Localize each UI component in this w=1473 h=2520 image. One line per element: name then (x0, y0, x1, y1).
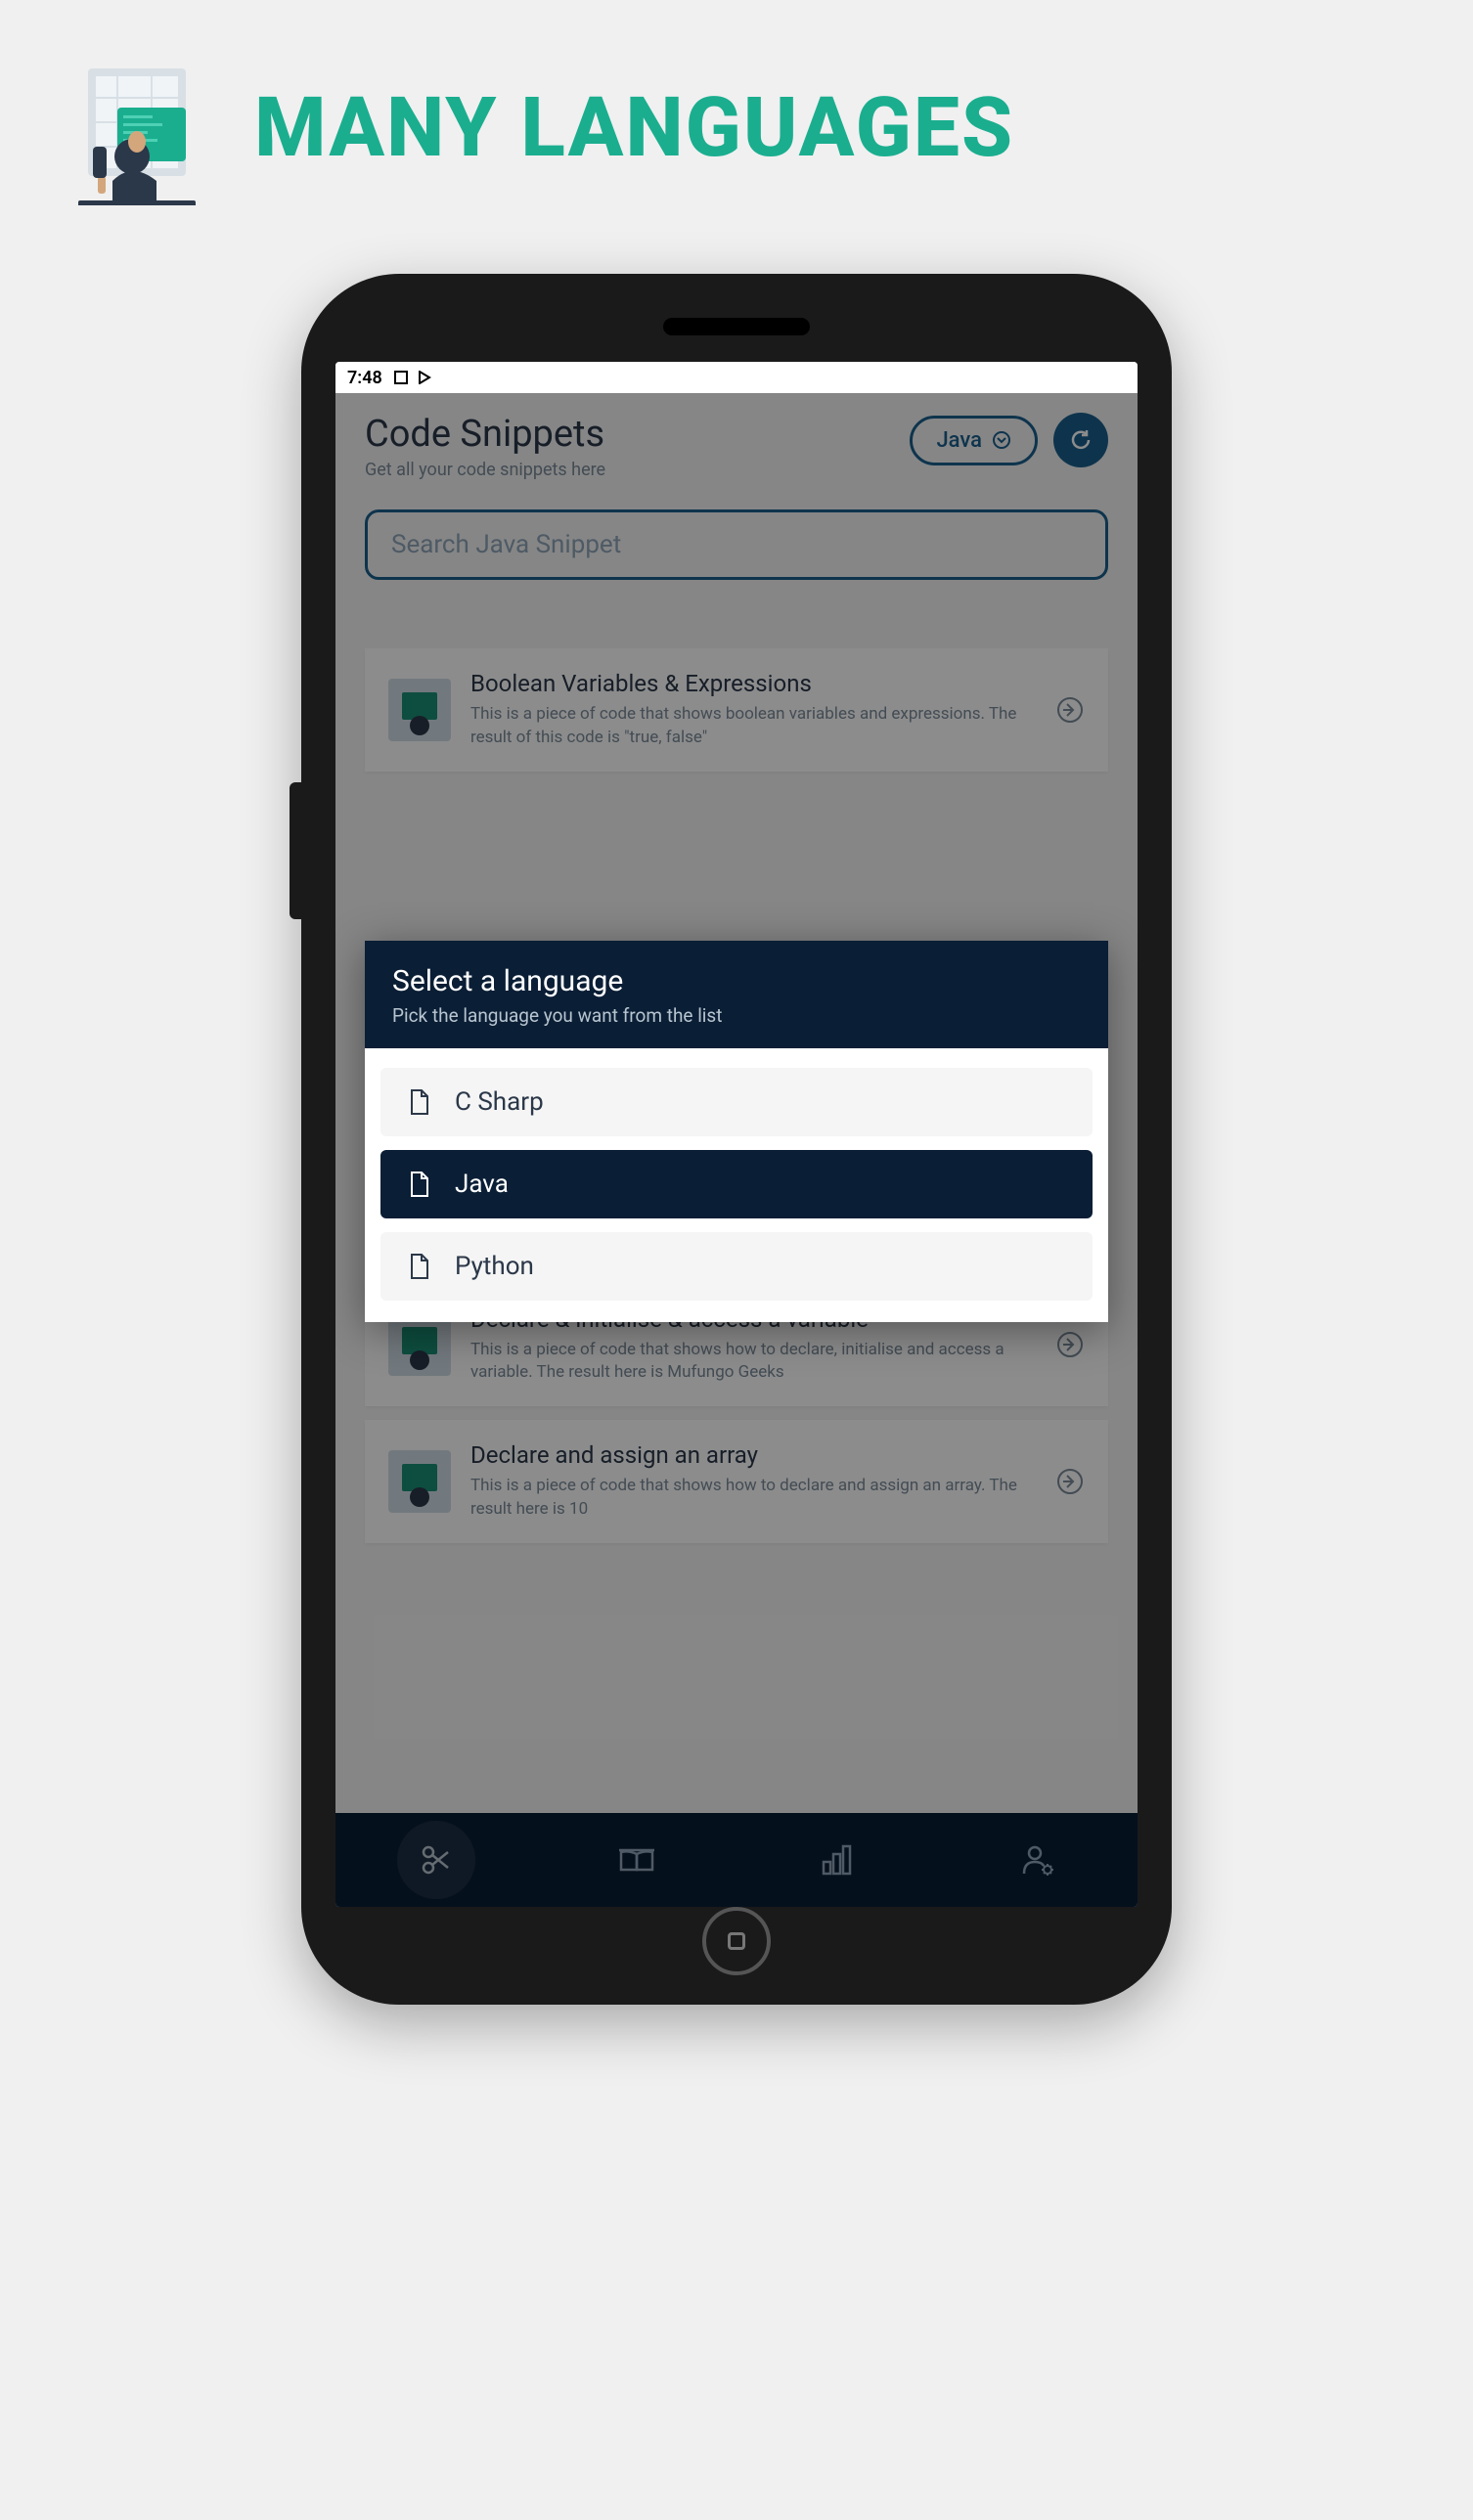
modal-subtitle: Pick the language you want from the list (392, 1004, 1081, 1027)
status-time: 7:48 (347, 368, 382, 388)
phone-side-button (290, 782, 301, 919)
phone-home-button[interactable] (702, 1907, 771, 1975)
status-bar: 7:48 (335, 362, 1138, 393)
document-icon (408, 1253, 431, 1280)
app-content: Code Snippets Get all your code snippets… (335, 393, 1138, 1907)
document-icon (408, 1171, 431, 1198)
document-icon (408, 1088, 431, 1116)
modal-header: Select a language Pick the language you … (365, 941, 1108, 1048)
language-option-label: Java (455, 1170, 509, 1199)
language-modal: Select a language Pick the language you … (365, 941, 1108, 1322)
language-option-python[interactable]: Python (380, 1232, 1093, 1301)
phone-screen: 7:48 Code Snippets Get all your code sni… (335, 362, 1138, 1907)
developer-illustration (59, 49, 215, 205)
square-icon (728, 1932, 745, 1950)
modal-body: C Sharp Java Python (365, 1048, 1108, 1322)
status-icons (394, 371, 431, 384)
language-option-label: Python (455, 1252, 534, 1281)
banner-title: MANY LANGUAGES (254, 79, 1014, 176)
app-banner: MANY LANGUAGES (0, 0, 1473, 235)
phone-speaker (663, 318, 810, 335)
language-option-label: C Sharp (455, 1087, 544, 1117)
phone-frame: 7:48 Code Snippets Get all your code sni… (301, 274, 1172, 2005)
play-icon (418, 371, 431, 384)
modal-title: Select a language (392, 964, 1081, 998)
square-icon (394, 371, 408, 384)
language-option-java[interactable]: Java (380, 1150, 1093, 1218)
language-option-csharp[interactable]: C Sharp (380, 1068, 1093, 1136)
